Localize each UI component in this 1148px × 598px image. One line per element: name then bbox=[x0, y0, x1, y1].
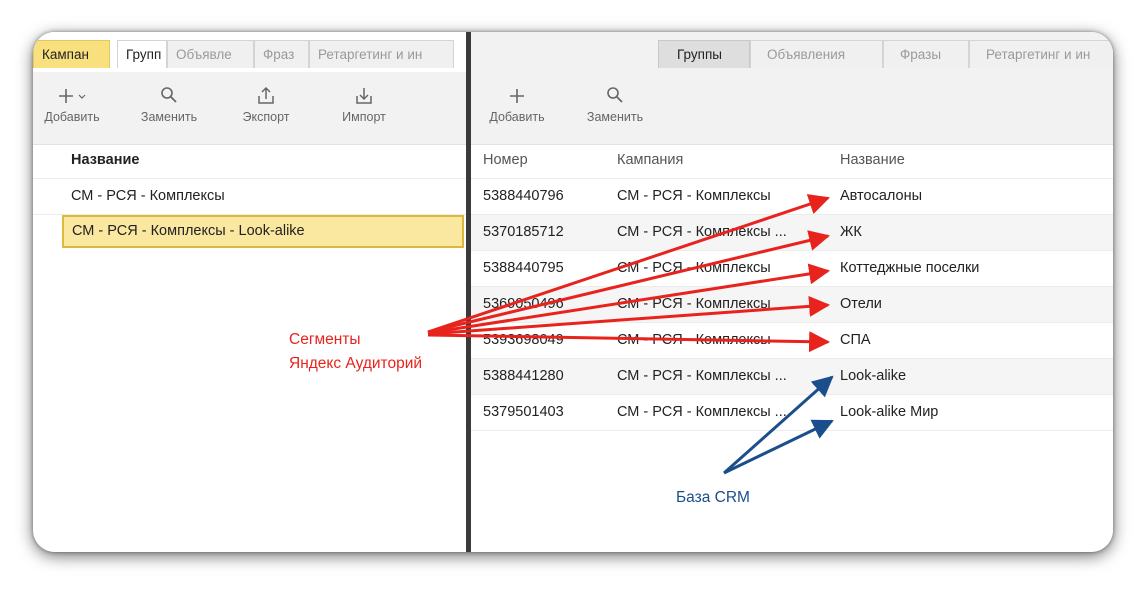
cell-name: Look-alike Мир bbox=[840, 404, 939, 420]
cell-campaign: СМ - РСЯ - Комплексы bbox=[617, 296, 771, 312]
table-row[interactable]: 5388440796 СМ - РСЯ - Комплексы Автосалоны bbox=[471, 179, 1113, 215]
left-table-header: Название bbox=[33, 143, 466, 179]
replace-label: Заменить bbox=[586, 110, 644, 124]
cell-number: 5388440795 bbox=[483, 260, 564, 276]
tab-groups[interactable]: Группы bbox=[658, 40, 750, 68]
cell-name: Отели bbox=[840, 296, 882, 312]
right-panel: Группы Объявления Фразы Ретаргетинг и ин… bbox=[471, 32, 1113, 552]
plus-dropdown-icon bbox=[59, 89, 86, 103]
cell-number: 5379501403 bbox=[483, 404, 564, 420]
tab-ads[interactable]: Объявле bbox=[167, 40, 254, 68]
export-label: Экспорт bbox=[242, 110, 290, 124]
cell-name: ЖК bbox=[840, 224, 862, 240]
column-header-name[interactable]: Название bbox=[840, 143, 905, 178]
add-label: Добавить bbox=[44, 110, 100, 124]
segments-annotation-line1: Сегменты bbox=[289, 331, 361, 348]
replace-label: Заменить bbox=[140, 110, 198, 124]
table-row[interactable]: 5388440795 СМ - РСЯ - Комплексы Коттеджные… bbox=[471, 251, 1113, 287]
cell-name: Автосалоны bbox=[840, 188, 923, 204]
cell-number: 5393698049 bbox=[483, 332, 564, 348]
tab-phrases[interactable]: Фразы bbox=[883, 40, 969, 68]
cell-number: 5388441280 bbox=[483, 368, 564, 384]
crm-annotation: База CRM bbox=[676, 489, 750, 506]
replace-button[interactable]: Заменить bbox=[575, 84, 655, 124]
cell-name: Look-alike bbox=[840, 368, 907, 384]
cell-campaign: СМ - РСЯ - Комплексы bbox=[617, 332, 771, 348]
download-icon bbox=[356, 88, 372, 104]
right-toolbar: Добавить Заменить bbox=[471, 72, 1113, 145]
table-row[interactable]: 5393698049 СМ - РСЯ - Комплексы СПА bbox=[471, 323, 1113, 359]
table-row[interactable]: 5370185712 СМ - РСЯ - Комплексы ... ЖК bbox=[471, 215, 1113, 251]
tab-ads[interactable]: Объявления bbox=[750, 40, 883, 68]
cell-campaign: СМ - РСЯ - Комплексы ... bbox=[617, 404, 787, 420]
plus-icon bbox=[510, 89, 524, 103]
import-button[interactable]: Импорт bbox=[331, 84, 397, 124]
search-icon bbox=[161, 87, 177, 103]
left-panel: Кампан Групп Объявле Фраз Ретаргетинг и … bbox=[33, 32, 466, 552]
table-row[interactable]: 5369050496 СМ - РСЯ - Комплексы Отели bbox=[471, 287, 1113, 323]
cell-campaign: СМ - РСЯ - Комплексы bbox=[617, 260, 771, 276]
table-row[interactable]: СМ - РСЯ - Комплексы bbox=[33, 179, 466, 215]
left-toolbar: Добавить Заменить Экспорт Импорт bbox=[33, 72, 466, 145]
cell-campaign: СМ - РСЯ - Комплексы ... bbox=[617, 368, 787, 384]
export-button[interactable]: Экспорт bbox=[231, 84, 301, 124]
cell-number: 5370185712 bbox=[483, 224, 564, 240]
table-row[interactable]: 5388441280 СМ - РСЯ - Комплексы ... Look-a… bbox=[471, 359, 1113, 395]
cell-name: Коттеджные поселки bbox=[840, 260, 980, 276]
search-icon bbox=[607, 87, 623, 103]
table-row-selected[interactable]: СМ - РСЯ - Комплексы - Look-alike bbox=[62, 215, 464, 248]
segments-annotation-line2: Яндекс Аудиторий bbox=[289, 355, 423, 372]
tab-retargeting[interactable]: Ретаргетинг и ин bbox=[969, 40, 1113, 68]
screenshot-frame: Кампан Групп Объявле Фраз Ретаргетинг и … bbox=[33, 32, 1113, 552]
add-button[interactable]: Добавить bbox=[37, 84, 107, 124]
cell-number: 5388440796 bbox=[483, 188, 564, 204]
group-name: СМ - РСЯ - Комплексы bbox=[71, 188, 225, 204]
add-label: Добавить bbox=[489, 110, 545, 124]
table-row[interactable]: 5379501403 СМ - РСЯ - Комплексы ... Look-a… bbox=[471, 395, 1113, 431]
upload-icon bbox=[258, 86, 274, 104]
left-tabstrip: Кампан Групп Объявле Фраз Ретаргетинг и … bbox=[33, 32, 466, 72]
column-header-number[interactable]: Номер bbox=[483, 143, 528, 178]
column-header-campaign[interactable]: Кампания bbox=[617, 143, 683, 178]
tab-campaigns[interactable]: Кампан bbox=[33, 40, 110, 68]
segments-annotation: Сегменты Яндекс Аудиторий bbox=[289, 328, 422, 376]
cell-campaign: СМ - РСЯ - Комплексы bbox=[617, 188, 771, 204]
group-name: СМ - РСЯ - Комплексы - Look-alike bbox=[72, 223, 305, 239]
cell-name: СПА bbox=[840, 332, 871, 348]
tab-retargeting[interactable]: Ретаргетинг и ин bbox=[309, 40, 454, 68]
tab-groups[interactable]: Групп bbox=[117, 40, 167, 68]
cell-campaign: СМ - РСЯ - Комплексы ... bbox=[617, 224, 787, 240]
column-header-name[interactable]: Название bbox=[71, 143, 139, 178]
right-tabstrip: Группы Объявления Фразы Ретаргетинг и ин bbox=[471, 32, 1113, 72]
tab-phrases[interactable]: Фраз bbox=[254, 40, 309, 68]
import-label: Импорт bbox=[342, 110, 386, 124]
right-table-header: Номер Кампания Название bbox=[471, 143, 1113, 179]
replace-button[interactable]: Заменить bbox=[129, 84, 209, 124]
add-button[interactable]: Добавить bbox=[479, 84, 555, 124]
cell-number: 5369050496 bbox=[483, 296, 564, 312]
